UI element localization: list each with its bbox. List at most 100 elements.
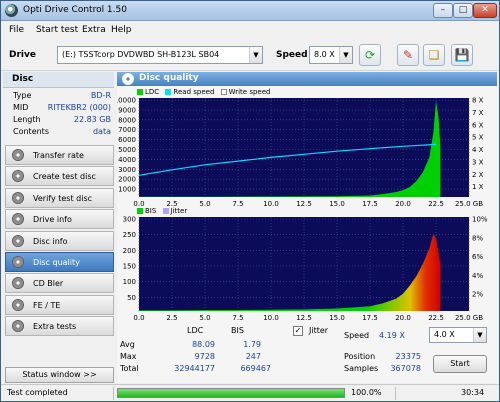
x-tick-label: 7.5 bbox=[232, 200, 243, 208]
refresh-button[interactable]: ⟳ bbox=[359, 44, 381, 66]
app-window: Opti Drive Control 1.50 – □ ✕ File Start… bbox=[0, 0, 500, 402]
drive-select[interactable]: (E:) TSSTcorp DVDWBD SH-B123L SB04 ▼ bbox=[57, 46, 263, 64]
chevron-down-icon: ▼ bbox=[473, 328, 486, 342]
y-tick-label: 4000 bbox=[118, 156, 136, 164]
y2-tick-label: 3 X bbox=[472, 158, 484, 166]
disc-icon bbox=[12, 256, 24, 268]
stats-value: 247 bbox=[245, 352, 261, 361]
minimize-button[interactable]: – bbox=[433, 3, 453, 18]
erase-button[interactable]: ✎ bbox=[397, 44, 419, 66]
sidebar-nav-label: Disc quality bbox=[33, 258, 80, 267]
disc-info-key: MID bbox=[13, 103, 29, 112]
disc-info-row: MID RITEKBR2 (000) bbox=[11, 103, 111, 114]
jitter-checkbox[interactable]: ✓ bbox=[293, 326, 303, 336]
disc-icon bbox=[12, 191, 24, 204]
sidebar-nav-button[interactable]: Drive info bbox=[5, 209, 114, 230]
drive-select-value: (E:) TSSTcorp DVDWBD SH-B123L SB04 bbox=[62, 50, 220, 59]
y2-tick-label: 4% bbox=[472, 272, 483, 280]
x-tick-label: 5.0 bbox=[199, 200, 210, 208]
sidebar-nav-label: Verify test disc bbox=[33, 193, 93, 203]
status-divider bbox=[395, 387, 396, 400]
sidebar-nav-label: CD Bler bbox=[33, 279, 64, 289]
x-tick-label: 15.0 bbox=[329, 314, 345, 322]
start-button[interactable]: Start bbox=[433, 355, 487, 373]
sidebar-nav-button[interactable]: Extra tests bbox=[5, 316, 114, 337]
speed-label: Speed bbox=[276, 50, 308, 60]
jitter-checkbox-label: Jitter bbox=[309, 326, 329, 335]
disc-icon bbox=[12, 234, 24, 247]
stats-col-ldc: LDC bbox=[187, 326, 204, 335]
sidebar-nav-button[interactable]: Verify test disc bbox=[5, 187, 114, 208]
disc-icon bbox=[12, 320, 24, 333]
close-button[interactable]: ✕ bbox=[473, 3, 497, 18]
stats-value: 9728 bbox=[194, 352, 215, 361]
sidebar-nav-label: FE / TE bbox=[33, 300, 61, 310]
sidebar-nav-button[interactable]: FE / TE bbox=[5, 294, 114, 315]
menu-start-test[interactable]: Start test bbox=[36, 25, 78, 35]
y-tick-label: 100 bbox=[123, 278, 136, 286]
y2-tick-label: 8 X bbox=[472, 97, 484, 105]
y-tick-label: 1000 bbox=[118, 186, 136, 194]
y2-tick-label: 2% bbox=[472, 291, 483, 299]
y-tick-label: 9000 bbox=[118, 106, 136, 114]
samples-value: 367078 bbox=[390, 364, 421, 373]
menu-extra[interactable]: Extra bbox=[82, 25, 106, 35]
jitter-legend-label: Jitter bbox=[170, 207, 188, 215]
stats-row-label: Avg bbox=[120, 340, 135, 349]
disc-info-row: Contents data bbox=[11, 127, 111, 138]
sidebar-nav-button[interactable]: Disc quality bbox=[5, 252, 114, 272]
speed-select[interactable]: 8.0 X ▼ bbox=[309, 46, 353, 64]
y2-tick-label: 4 X bbox=[472, 146, 484, 154]
position-label: Position bbox=[344, 352, 376, 361]
y2-tick-label: 7 X bbox=[472, 109, 484, 117]
chevron-down-icon: ▼ bbox=[249, 47, 262, 63]
disc-icon bbox=[12, 149, 24, 161]
y-tick-label: 150 bbox=[123, 263, 136, 271]
test-speed-select-value: 4.0 X bbox=[434, 330, 455, 339]
x-tick-label: 22.5 bbox=[428, 200, 444, 208]
app-icon bbox=[5, 4, 18, 17]
progress-text: 100.0% bbox=[351, 388, 382, 397]
sidebar-nav-button[interactable]: CD Bler bbox=[5, 273, 114, 294]
x-tick-label: 2.5 bbox=[166, 314, 177, 322]
write-speed-swatch bbox=[220, 89, 227, 95]
y-tick-label: 10000 bbox=[117, 97, 136, 105]
disc-info-row: Type BD-R bbox=[11, 91, 111, 102]
disc-info-value: BD-R bbox=[90, 91, 111, 100]
status-window-button[interactable]: Status window >> bbox=[5, 367, 114, 383]
x-tick-label: 15.0 bbox=[329, 200, 345, 208]
stats-value: 669467 bbox=[240, 364, 271, 373]
read-speed-swatch bbox=[165, 89, 172, 95]
disc-info-row: Length 22.83 GB bbox=[11, 115, 111, 126]
save-icon: 💾 bbox=[454, 48, 470, 62]
sidebar-nav-button[interactable]: Disc info bbox=[5, 230, 114, 251]
menu-help[interactable]: Help bbox=[111, 25, 132, 35]
stats-row-label: Max bbox=[120, 352, 137, 361]
sidebar-nav-button[interactable]: Transfer rate bbox=[5, 145, 114, 165]
sidebar-nav-label: Extra tests bbox=[33, 322, 77, 332]
y-tick-label: 6000 bbox=[118, 136, 136, 144]
eraser-icon: ✎ bbox=[402, 48, 414, 62]
disc-icon bbox=[12, 298, 24, 311]
x-tick-label: 12.5 bbox=[296, 314, 312, 322]
x-tick-label: 20.0 bbox=[395, 200, 411, 208]
y2-tick-label: 1 X bbox=[472, 183, 484, 191]
y-tick-label: 3000 bbox=[118, 166, 136, 174]
y2-tick-label: 10% bbox=[472, 216, 488, 224]
maximize-button[interactable]: □ bbox=[453, 3, 473, 18]
x-tick-label: 7.5 bbox=[232, 314, 243, 322]
disc-quality-icon bbox=[122, 73, 134, 85]
sidebar-nav-button[interactable]: Create test disc bbox=[5, 166, 114, 187]
ldc-swatch bbox=[137, 89, 143, 95]
menu-file[interactable]: File bbox=[9, 25, 24, 35]
copy-button[interactable]: ❏ bbox=[423, 44, 445, 66]
sidebar-nav-label: Disc info bbox=[33, 236, 68, 246]
refresh-icon: ⟳ bbox=[364, 48, 376, 62]
status-divider bbox=[113, 387, 114, 400]
bis-legend-label: BIS bbox=[145, 207, 157, 215]
bis-swatch bbox=[137, 208, 143, 214]
save-button[interactable]: 💾 bbox=[451, 44, 473, 66]
x-tick-label: 5.0 bbox=[199, 314, 210, 322]
test-speed-select[interactable]: 4.0 X ▼ bbox=[429, 327, 487, 343]
panel-header: Disc quality bbox=[117, 72, 497, 86]
